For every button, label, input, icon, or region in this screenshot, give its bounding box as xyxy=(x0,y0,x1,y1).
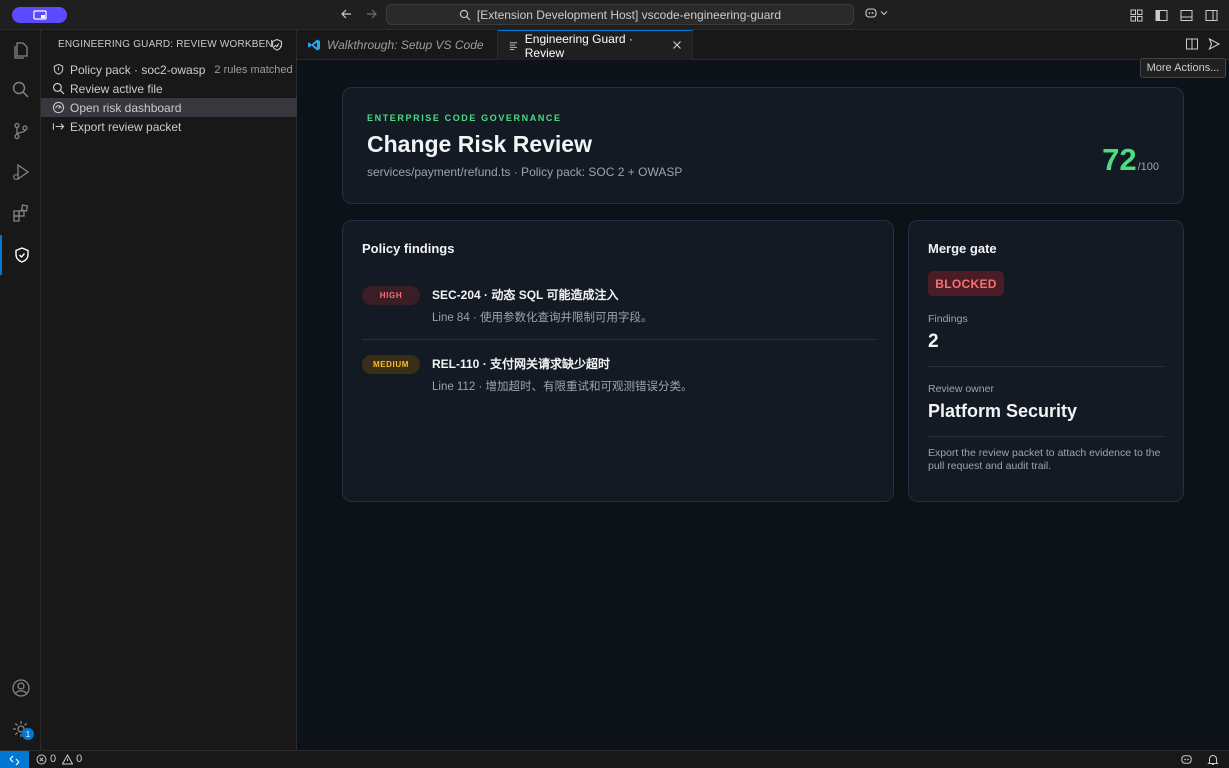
source-control-icon[interactable] xyxy=(0,111,41,151)
toggle-panel-icon[interactable] xyxy=(1178,7,1194,23)
policy-findings-card: Policy findings HIGH SEC-204 · 动态 SQL 可能… xyxy=(342,220,894,502)
finding-description: Line 112 · 增加超时、有限重试和可观测错误分类。 xyxy=(432,381,693,393)
remote-indicator[interactable] xyxy=(0,751,29,768)
finding-title: REL-110 · 支付网关请求缺少超时 xyxy=(432,357,611,371)
sidebar-item-open-risk-dashboard[interactable]: Open risk dashboard xyxy=(41,98,297,117)
copilot-status-icon[interactable] xyxy=(1180,753,1193,768)
run-debug-icon[interactable] xyxy=(0,152,41,192)
risk-score-max: /100 xyxy=(1137,161,1159,173)
sidebar-item-label: Export review packet xyxy=(70,119,182,134)
primary-sidebar: ENGINEERING GUARD: REVIEW WORKBEN... Pol… xyxy=(41,30,297,750)
more-actions-tooltip: More Actions... xyxy=(1140,58,1226,78)
sidebar-item-review-active-file[interactable]: Review active file xyxy=(41,79,297,98)
vscode-icon xyxy=(308,39,320,51)
remote-icon xyxy=(9,755,20,765)
tab-walkthrough[interactable]: Walkthrough: Setup VS Code xyxy=(297,30,498,60)
dashboard-icon xyxy=(51,101,65,115)
preview-icon xyxy=(509,41,517,50)
sidebar-item-export-review-packet[interactable]: Export review packet xyxy=(41,117,297,136)
split-editor-icon[interactable] xyxy=(1185,37,1199,56)
window-icon xyxy=(32,10,47,20)
findings-count: 2 xyxy=(928,331,939,352)
error-count: 0 xyxy=(50,753,57,765)
divider xyxy=(928,366,1165,367)
search-view-icon[interactable] xyxy=(0,70,41,110)
editor-actions xyxy=(1185,37,1221,56)
shield-icon xyxy=(51,63,65,77)
toggle-secondary-sidebar-icon[interactable] xyxy=(1203,7,1219,23)
finding-title: SEC-204 · 动态 SQL 可能造成注入 xyxy=(432,288,619,302)
run-action-icon[interactable] xyxy=(1207,37,1221,56)
command-center[interactable]: [Extension Development Host] vscode-engi… xyxy=(386,4,854,25)
risk-review-header-card: ENTERPRISE CODE GOVERNANCE Change Risk R… xyxy=(342,87,1184,204)
account-icon[interactable] xyxy=(0,668,41,708)
sidebar-item-label: Open risk dashboard xyxy=(70,100,182,115)
editor-tab-bar: Walkthrough: Setup VS Code Engineering G… xyxy=(297,30,1229,60)
editor-webview: ENTERPRISE CODE GOVERNANCE Change Risk R… xyxy=(297,60,1229,750)
card-title: Policy findings xyxy=(362,241,455,256)
copilot-button[interactable] xyxy=(864,6,888,20)
sidebar-item-label: Review active file xyxy=(70,81,163,96)
owner-label: Review owner xyxy=(928,383,994,395)
status-badge: BLOCKED xyxy=(928,271,1004,296)
window-indicator[interactable] xyxy=(12,7,67,23)
export-icon xyxy=(51,120,65,134)
engineering-guard-shield-icon[interactable] xyxy=(0,235,41,275)
tab-label: Walkthrough: Setup VS Code xyxy=(327,38,484,52)
search-icon xyxy=(51,82,65,96)
notifications-bell-icon[interactable] xyxy=(1207,753,1219,768)
toggle-primary-sidebar-icon[interactable] xyxy=(1153,7,1169,23)
file-and-policy-subtitle: services/payment/refund.ts · Policy pack… xyxy=(367,165,683,179)
problems-indicator[interactable]: 0 0 xyxy=(36,753,82,765)
divider xyxy=(928,436,1165,437)
extensions-icon[interactable] xyxy=(0,193,41,233)
findings-label: Findings xyxy=(928,313,968,325)
sidebar-item-policy-pack[interactable]: Policy pack · soc2-owasp 2 rules matched xyxy=(41,60,297,79)
warning-count: 0 xyxy=(76,753,83,765)
severity-badge: MEDIUM xyxy=(362,355,420,374)
sidebar-item-label: Policy pack · soc2-owasp xyxy=(70,62,206,77)
command-center-label: [Extension Development Host] vscode-engi… xyxy=(476,7,782,22)
shield-icon[interactable] xyxy=(270,38,284,57)
tab-label: Engineering Guard · Review xyxy=(524,31,633,60)
eyebrow-label: ENTERPRISE CODE GOVERNANCE xyxy=(367,113,562,123)
search-icon xyxy=(459,9,471,20)
layout-controls xyxy=(1128,7,1219,23)
review-owner: Platform Security xyxy=(928,401,1078,421)
sidebar-item-description: 2 rules matched xyxy=(214,63,293,76)
finding-item[interactable]: MEDIUM REL-110 · 支付网关请求缺少超时 Line 112 · 增… xyxy=(362,351,876,411)
settings-update-badge: 1 xyxy=(22,728,34,740)
manage-gear-icon[interactable] xyxy=(0,709,41,749)
copilot-icon xyxy=(865,8,877,18)
finding-item[interactable]: HIGH SEC-204 · 动态 SQL 可能造成注入 Line 84 · 使… xyxy=(362,282,876,342)
error-icon xyxy=(36,754,47,764)
customize-layout-icon[interactable] xyxy=(1128,7,1144,23)
export-note: Export the review packet to attach evide… xyxy=(928,447,1161,472)
severity-badge: HIGH xyxy=(362,286,420,305)
forward-arrow-icon[interactable] xyxy=(364,6,380,22)
sidebar-title: ENGINEERING GUARD: REVIEW WORKBEN... xyxy=(58,39,282,50)
warning-icon xyxy=(62,753,74,764)
page-title: Change Risk Review xyxy=(367,131,592,157)
status-bar-right xyxy=(1180,753,1219,768)
finding-description: Line 84 · 使用参数化查询并限制可用字段。 xyxy=(432,312,653,324)
back-arrow-icon[interactable] xyxy=(338,6,354,22)
divider xyxy=(362,339,876,340)
risk-score: 72 /100 xyxy=(1102,142,1159,178)
explorer-icon[interactable] xyxy=(0,30,41,70)
tab-engineering-guard-review[interactable]: Engineering Guard · Review xyxy=(498,30,693,60)
merge-gate-card: Merge gate BLOCKED Findings 2 Review own… xyxy=(908,220,1184,502)
status-bar: 0 0 xyxy=(0,750,1229,768)
close-icon[interactable] xyxy=(672,39,682,53)
risk-score-value: 72 xyxy=(1102,142,1137,177)
card-title: Merge gate xyxy=(928,241,997,256)
chevron-down-icon xyxy=(880,11,888,16)
activity-bar: 1 xyxy=(0,30,41,750)
navigation-arrows xyxy=(338,6,380,22)
title-bar: [Extension Development Host] vscode-engi… xyxy=(0,0,1229,30)
